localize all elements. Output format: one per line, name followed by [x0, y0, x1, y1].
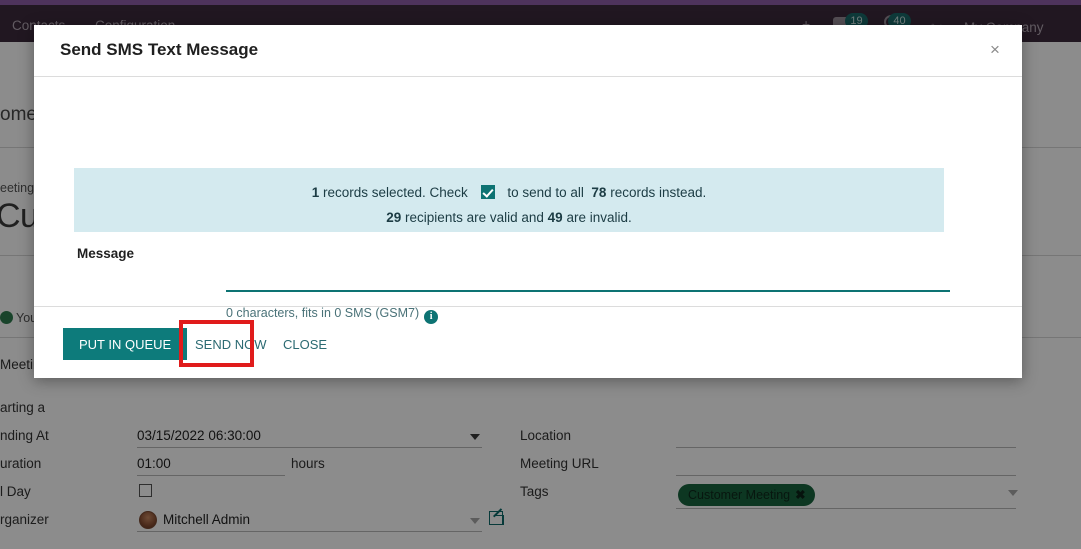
- banner-text-end: records instead.: [610, 185, 707, 200]
- send-sms-dialog: Send SMS Text Message × 1 records select…: [34, 25, 1022, 378]
- dialog-title: Send SMS Text Message: [60, 40, 259, 59]
- invalid-text: are invalid.: [566, 210, 632, 225]
- message-underline: [226, 290, 950, 292]
- total-records-count: 78: [591, 185, 607, 200]
- invalid-count: 49: [547, 210, 563, 225]
- selected-count: 1: [311, 185, 320, 200]
- screen: omer E eeting S Cust YourCo Meeting arti…: [0, 0, 1081, 549]
- records-info-banner: 1 records selected. Check to send to all…: [74, 168, 944, 232]
- dialog-body: 1 records selected. Check to send to all…: [34, 77, 1022, 324]
- message-input[interactable]: [226, 240, 950, 288]
- dialog-footer: PUT IN QUEUE SEND NOW CLOSE: [34, 306, 1022, 378]
- message-label: Message: [77, 246, 135, 261]
- valid-text: recipients are valid and: [405, 210, 544, 225]
- banner-line-selection: 1 records selected. Check to send to all…: [74, 185, 944, 200]
- banner-text-before-check: records selected. Check: [322, 185, 468, 200]
- valid-count: 29: [386, 210, 402, 225]
- dialog-header: Send SMS Text Message ×: [34, 25, 1022, 77]
- banner-line-validity: 29 recipients are valid and 49 are inval…: [74, 210, 944, 225]
- close-icon[interactable]: ×: [982, 37, 1008, 63]
- send-now-button[interactable]: SEND NOW: [186, 328, 276, 360]
- checked-checkbox-icon[interactable]: [480, 185, 495, 199]
- close-button[interactable]: CLOSE: [274, 328, 336, 360]
- put-in-queue-button[interactable]: PUT IN QUEUE: [63, 328, 188, 360]
- banner-text-after-check: to send to all: [507, 185, 584, 200]
